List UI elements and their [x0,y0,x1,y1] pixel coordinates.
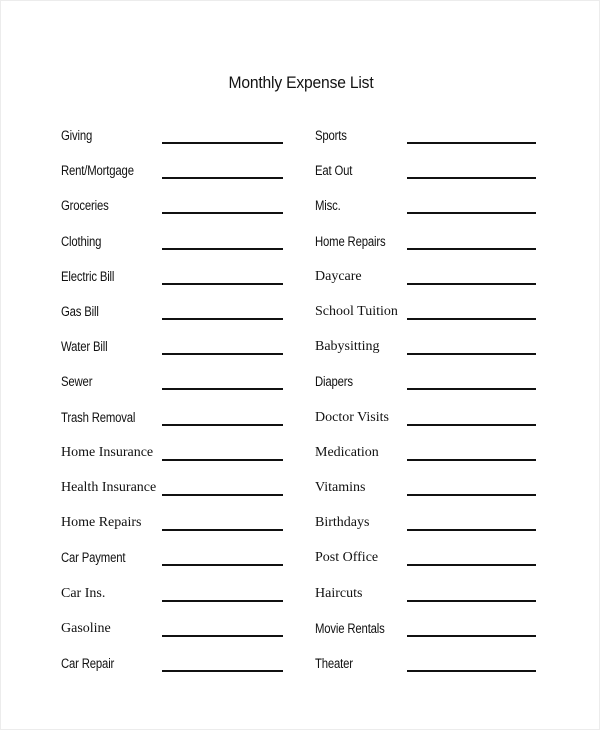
amount-blank-line[interactable] [407,388,536,391]
expense-row: Theater [1,656,600,676]
document-title: Monthly Expense List [228,73,374,92]
amount-blank-line[interactable] [407,212,536,215]
expense-label: Movie Rentals [315,620,385,636]
amount-blank-line[interactable] [407,494,536,496]
expense-row: Daycare [1,269,600,289]
expense-label: Babysitting [315,339,380,355]
expense-label: Birthdays [315,515,370,531]
expense-row: Eat Out [1,163,600,183]
expense-row: Haircuts [1,586,600,606]
expense-row: Post Office [1,550,600,570]
expense-row: Movie Rentals [1,621,600,641]
expense-label: Post Office [315,550,379,566]
expense-label: Haircuts [315,585,363,601]
expense-row: Sports [1,128,600,148]
amount-blank-line[interactable] [407,247,536,250]
amount-blank-line[interactable] [407,634,536,637]
expense-row: Diapers [1,374,600,394]
amount-blank-line[interactable] [407,423,536,426]
amount-blank-line[interactable] [407,529,536,532]
expense-row: Medication [1,445,600,465]
amount-blank-line[interactable] [407,458,536,461]
amount-blank-line[interactable] [407,142,536,144]
amount-blank-line[interactable] [407,599,536,602]
expense-row: School Tuition [1,304,600,324]
expense-label: Doctor Visits [315,409,389,425]
expense-label: Vitamins [315,480,366,495]
expense-label: Medication [315,444,379,460]
amount-blank-line[interactable] [407,353,536,356]
expense-label: Theater [315,656,353,671]
expense-row: Birthdays [1,515,600,535]
expense-label: Sports [315,128,347,143]
amount-blank-line[interactable] [407,670,536,672]
amount-blank-line[interactable] [407,282,536,285]
expense-label: Diapers [315,374,353,390]
expense-row: Doctor Visits [1,410,600,430]
document-page: Monthly Expense List Giving Rent/Mortgage… [0,0,600,730]
expense-row: Home Repairs [1,234,600,254]
expense-row: Vitamins [1,480,600,500]
amount-blank-line[interactable] [407,177,536,180]
expense-label: Home Repairs [315,233,386,249]
expense-label: Daycare [315,268,362,284]
expense-label: Misc. [315,198,341,214]
expense-row: Misc. [1,198,600,218]
expense-label: School Tuition [315,304,398,319]
expense-label: Eat Out [315,163,353,179]
amount-blank-line[interactable] [407,564,536,567]
expense-row: Babysitting [1,339,600,359]
amount-blank-line[interactable] [407,318,536,320]
